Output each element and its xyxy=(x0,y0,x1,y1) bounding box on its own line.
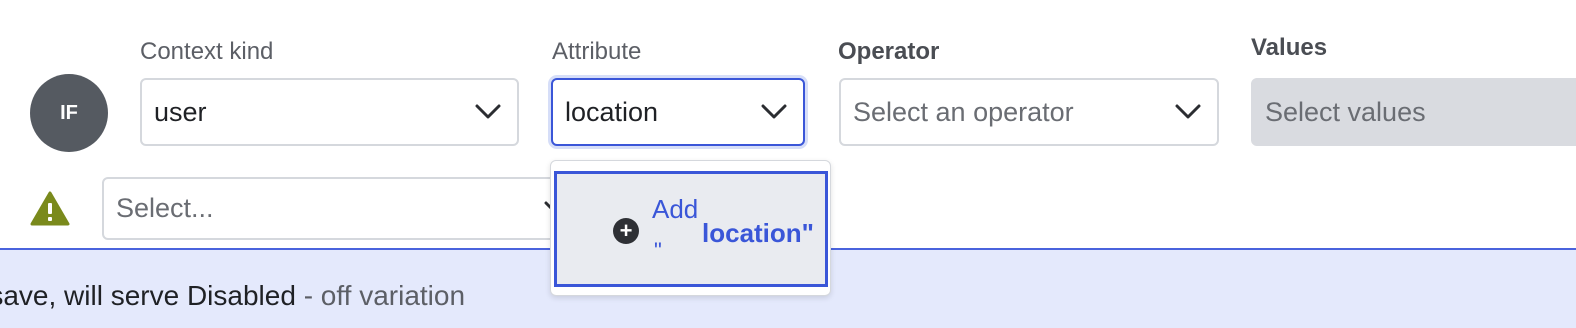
attribute-select[interactable]: location xyxy=(551,78,805,146)
context-kind-value: user xyxy=(154,96,207,127)
chevron-down-icon xyxy=(475,104,501,119)
attribute-label: Attribute xyxy=(552,38,642,65)
add-option-prefix: Add xyxy=(652,194,699,224)
attribute-dropdown-menu: + Add " location" xyxy=(550,160,831,296)
add-attribute-option[interactable]: + Add " location" xyxy=(554,171,828,287)
chevron-down-icon xyxy=(1175,104,1201,119)
attribute-value: location xyxy=(565,96,659,127)
values-select[interactable]: Select values xyxy=(1251,78,1576,146)
secondary-select-placeholder: Select... xyxy=(116,193,214,223)
context-kind-label: Context kind xyxy=(140,38,274,65)
add-option-open-quote: " xyxy=(654,238,662,263)
operator-select[interactable]: Select an operator xyxy=(839,78,1219,146)
add-option-value: location" xyxy=(702,218,814,248)
banner-muted-text: - off variation xyxy=(295,280,466,311)
operator-label: Operator xyxy=(838,38,940,65)
values-placeholder: Select values xyxy=(1265,96,1426,127)
warning-icon xyxy=(30,191,70,226)
operator-placeholder: Select an operator xyxy=(853,96,1074,127)
secondary-select[interactable]: Select... xyxy=(102,177,572,240)
values-label: Values xyxy=(1251,34,1328,61)
context-kind-select[interactable]: user xyxy=(140,78,519,146)
plus-circle-icon: + xyxy=(613,218,639,244)
banner-main-text: n save, will serve Disabled xyxy=(0,280,296,311)
chevron-down-icon xyxy=(761,104,787,119)
banner-text: n save, will serve Disabled - off variat… xyxy=(0,280,465,312)
if-badge: IF xyxy=(30,74,108,152)
